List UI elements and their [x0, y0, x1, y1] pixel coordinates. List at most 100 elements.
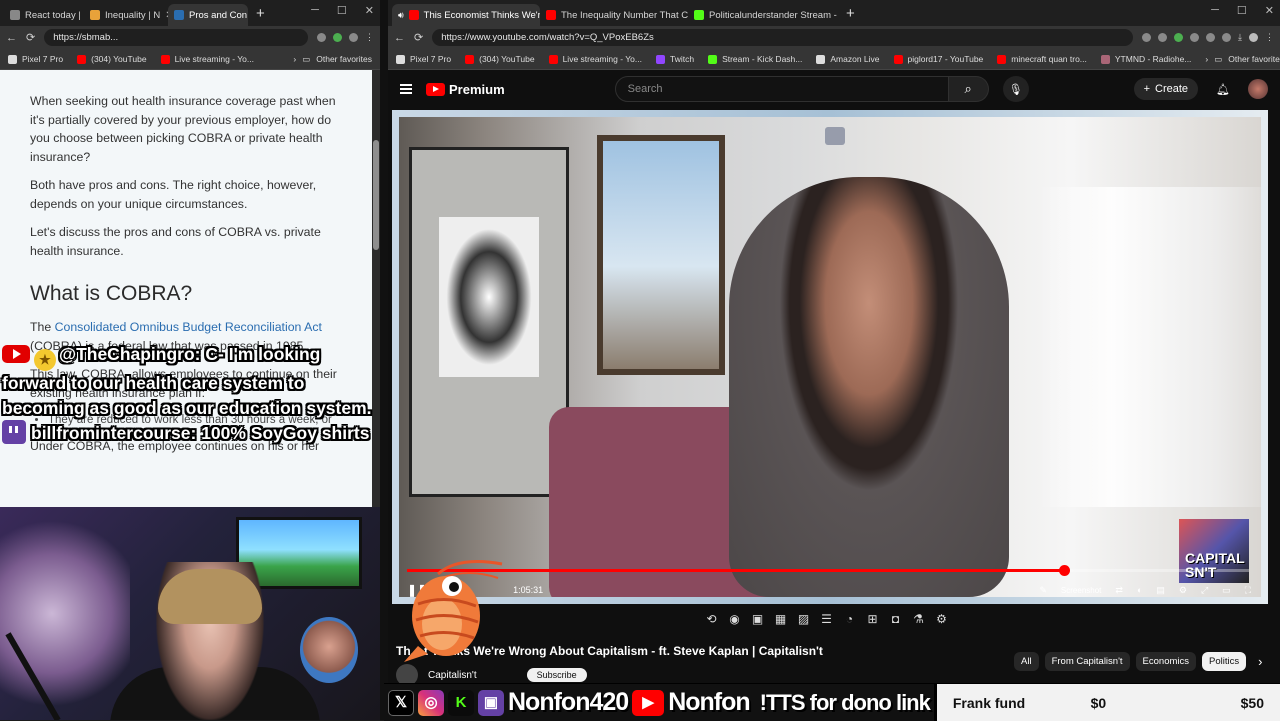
tab-politicalunderstander[interactable]: Politicalunderstander Stream - Wa ✕ — [688, 4, 838, 26]
bookmark-youtube[interactable]: (304) YouTube — [77, 54, 147, 64]
extension-icon[interactable] — [349, 33, 358, 42]
bookmark-item[interactable]: (304) YouTube — [465, 54, 535, 64]
search-button[interactable]: ⌕ — [948, 76, 989, 102]
extension-icon[interactable] — [1158, 33, 1168, 42]
extension-icon[interactable] — [1174, 33, 1184, 42]
video-artwork — [439, 217, 539, 377]
chip-from-channel[interactable]: From Capitalisn't — [1044, 652, 1130, 671]
audio-icon[interactable]: ◉ — [727, 612, 742, 626]
tab-pros-and-cons[interactable]: Pros and Con ✕ — [168, 4, 248, 26]
extension-icon[interactable] — [1206, 33, 1216, 42]
tab-inequality-number[interactable]: The Inequality Number That Chan ✕ — [540, 4, 688, 26]
cinema-icon[interactable]: ▣ — [750, 612, 765, 626]
video-frame[interactable]: CAPITAL SN'T ❚❚ 1:05:31 ✎ Screenshot ⇄ ◐… — [399, 117, 1261, 597]
theater-icon[interactable]: ▭ — [1222, 585, 1231, 596]
extension-icon[interactable] — [1142, 33, 1152, 42]
bookmark-pixel[interactable]: Pixel 7 Pro — [8, 54, 63, 64]
screenshot-label[interactable]: Screenshot — [1061, 586, 1101, 595]
progress-handle[interactable] — [1058, 565, 1070, 576]
url-field[interactable]: https://sbmab... — [44, 29, 308, 46]
chip-all[interactable]: All — [1014, 652, 1039, 671]
bookmark-item[interactable]: Twitch — [655, 54, 694, 64]
bookmark-item[interactable]: Amazon Live — [816, 54, 880, 64]
fullscreen-icon[interactable]: ⛶ — [1245, 585, 1251, 596]
bookmark-item[interactable]: Stream - Kick Dash... — [708, 54, 802, 64]
new-tab-button[interactable]: + — [838, 5, 863, 26]
reload-icon[interactable]: ⟳ — [414, 31, 423, 44]
loop-icon[interactable]: ⇄ — [1115, 585, 1123, 596]
image-icon[interactable]: ▨ — [796, 612, 811, 626]
article-paragraph: Let's discuss the pros and cons of COBRA… — [30, 225, 321, 258]
pencil-icon[interactable]: ✎ — [1039, 585, 1047, 596]
video-player[interactable]: CAPITAL SN'T ❚❚ 1:05:31 ✎ Screenshot ⇄ ◐… — [392, 110, 1268, 604]
bell-icon[interactable]: 🔔︎ — [1216, 83, 1230, 96]
extension-icon[interactable] — [333, 33, 342, 42]
new-tab-button[interactable]: + — [248, 5, 273, 26]
back-icon[interactable]: ← — [6, 32, 17, 44]
extension-icon[interactable] — [317, 33, 326, 42]
create-button[interactable]: + Create — [1133, 78, 1199, 100]
search-input[interactable]: Search — [614, 76, 949, 102]
speed-icon[interactable]: ◔ — [842, 612, 857, 626]
bookmark-icon — [1100, 54, 1110, 64]
scrollbar-thumb[interactable] — [373, 140, 379, 250]
chip-politics[interactable]: Politics — [1202, 652, 1247, 671]
cobra-link[interactable]: Consolidated Omnibus Budget Reconciliati… — [55, 320, 322, 334]
tab-react-today[interactable]: React today | ✕ — [4, 4, 84, 26]
subtitles-icon[interactable]: ▤ — [1156, 585, 1165, 596]
reload-icon[interactable]: ⟳ — [26, 31, 35, 44]
minimize-icon[interactable]: ─ — [1211, 4, 1219, 17]
subscribe-button[interactable]: Subscribe — [526, 668, 587, 682]
window-controls: ─ ☐ ✕ — [1211, 4, 1274, 17]
extension-icon[interactable] — [1222, 33, 1232, 42]
chevron-right-icon[interactable]: › — [1205, 54, 1208, 64]
channel-name[interactable]: Capitalisn't — [428, 670, 477, 681]
tab-economist[interactable]: 🔊︎ This Economist Thinks We're ✕ — [392, 4, 540, 26]
chevron-right-icon[interactable]: › — [293, 54, 296, 64]
youtube-logo[interactable]: Premium — [426, 82, 505, 97]
tab-inequality[interactable]: Inequality | N ✕ — [84, 4, 168, 26]
menu-icon[interactable] — [400, 84, 412, 94]
maximize-icon[interactable]: ☐ — [1237, 4, 1247, 17]
autoplay-toggle-icon[interactable]: ◐ — [1137, 585, 1142, 595]
progress-bar[interactable] — [407, 565, 1249, 576]
more-icon[interactable]: ⋮ — [365, 32, 374, 43]
handle-nonfon420: Nonfon420 — [508, 688, 629, 716]
list-icon[interactable]: ☰ — [819, 612, 834, 626]
profile-icon[interactable] — [1249, 33, 1258, 42]
bookmark-item[interactable]: piglord17 - YouTube — [893, 54, 983, 64]
url-field[interactable]: https://www.youtube.com/watch?v=Q_VPoxEB… — [432, 29, 1134, 46]
bookmark-item[interactable]: Live streaming - Yo... — [548, 54, 642, 64]
fund-current: $0 — [1090, 694, 1107, 711]
close-window-icon[interactable]: ✕ — [365, 4, 374, 17]
minimize-icon[interactable]: ─ — [311, 4, 319, 17]
bookmark-live-streaming[interactable]: Live streaming - Yo... — [160, 54, 254, 64]
add-icon[interactable]: ⊞ — [865, 612, 880, 626]
calendar-icon[interactable]: ▦ — [773, 612, 788, 626]
other-favorites[interactable]: Other favorites — [1228, 54, 1280, 64]
chip-economics[interactable]: Economics — [1135, 652, 1197, 671]
extension-icon[interactable] — [1190, 33, 1200, 42]
chat-message: ★ @TheChapingro: C- I'm looking forward t… — [2, 344, 372, 418]
repeat-icon[interactable]: ⟲ — [704, 612, 719, 626]
bookmark-item[interactable]: Pixel 7 Pro — [396, 54, 451, 64]
gear-icon[interactable]: ⚙ — [934, 612, 949, 626]
more-icon[interactable]: ⋮ — [1265, 32, 1274, 43]
close-window-icon[interactable]: ✕ — [1265, 4, 1274, 17]
miniplayer-icon[interactable]: ⤢ — [1201, 585, 1208, 596]
flask-icon[interactable]: ⚗ — [911, 612, 926, 626]
social-handles: 𝕏 ◎ K ▣ Nonfon420 ▶ Nonfon !TTS for dono… — [384, 684, 934, 721]
avatar[interactable] — [1248, 79, 1268, 99]
screenshot-overlay-icon[interactable] — [825, 127, 845, 145]
download-icon[interactable]: ⤓ — [1238, 32, 1242, 43]
speaker-icon[interactable]: 🔊︎ — [398, 10, 404, 21]
bookmark-item[interactable]: YTMND - Radiohe... — [1100, 54, 1191, 64]
bookmark-item[interactable]: minecraft quan tro... — [997, 54, 1087, 64]
camera-icon[interactable]: ◘ — [888, 612, 903, 626]
other-favorites[interactable]: Other favorites — [316, 54, 372, 64]
voice-search-button[interactable]: 🎙︎ — [1002, 76, 1029, 102]
back-icon[interactable]: ← — [394, 32, 405, 44]
settings-icon[interactable]: ⚙ — [1179, 585, 1187, 596]
chevron-right-icon[interactable]: › — [1252, 652, 1268, 671]
maximize-icon[interactable]: ☐ — [337, 4, 347, 17]
